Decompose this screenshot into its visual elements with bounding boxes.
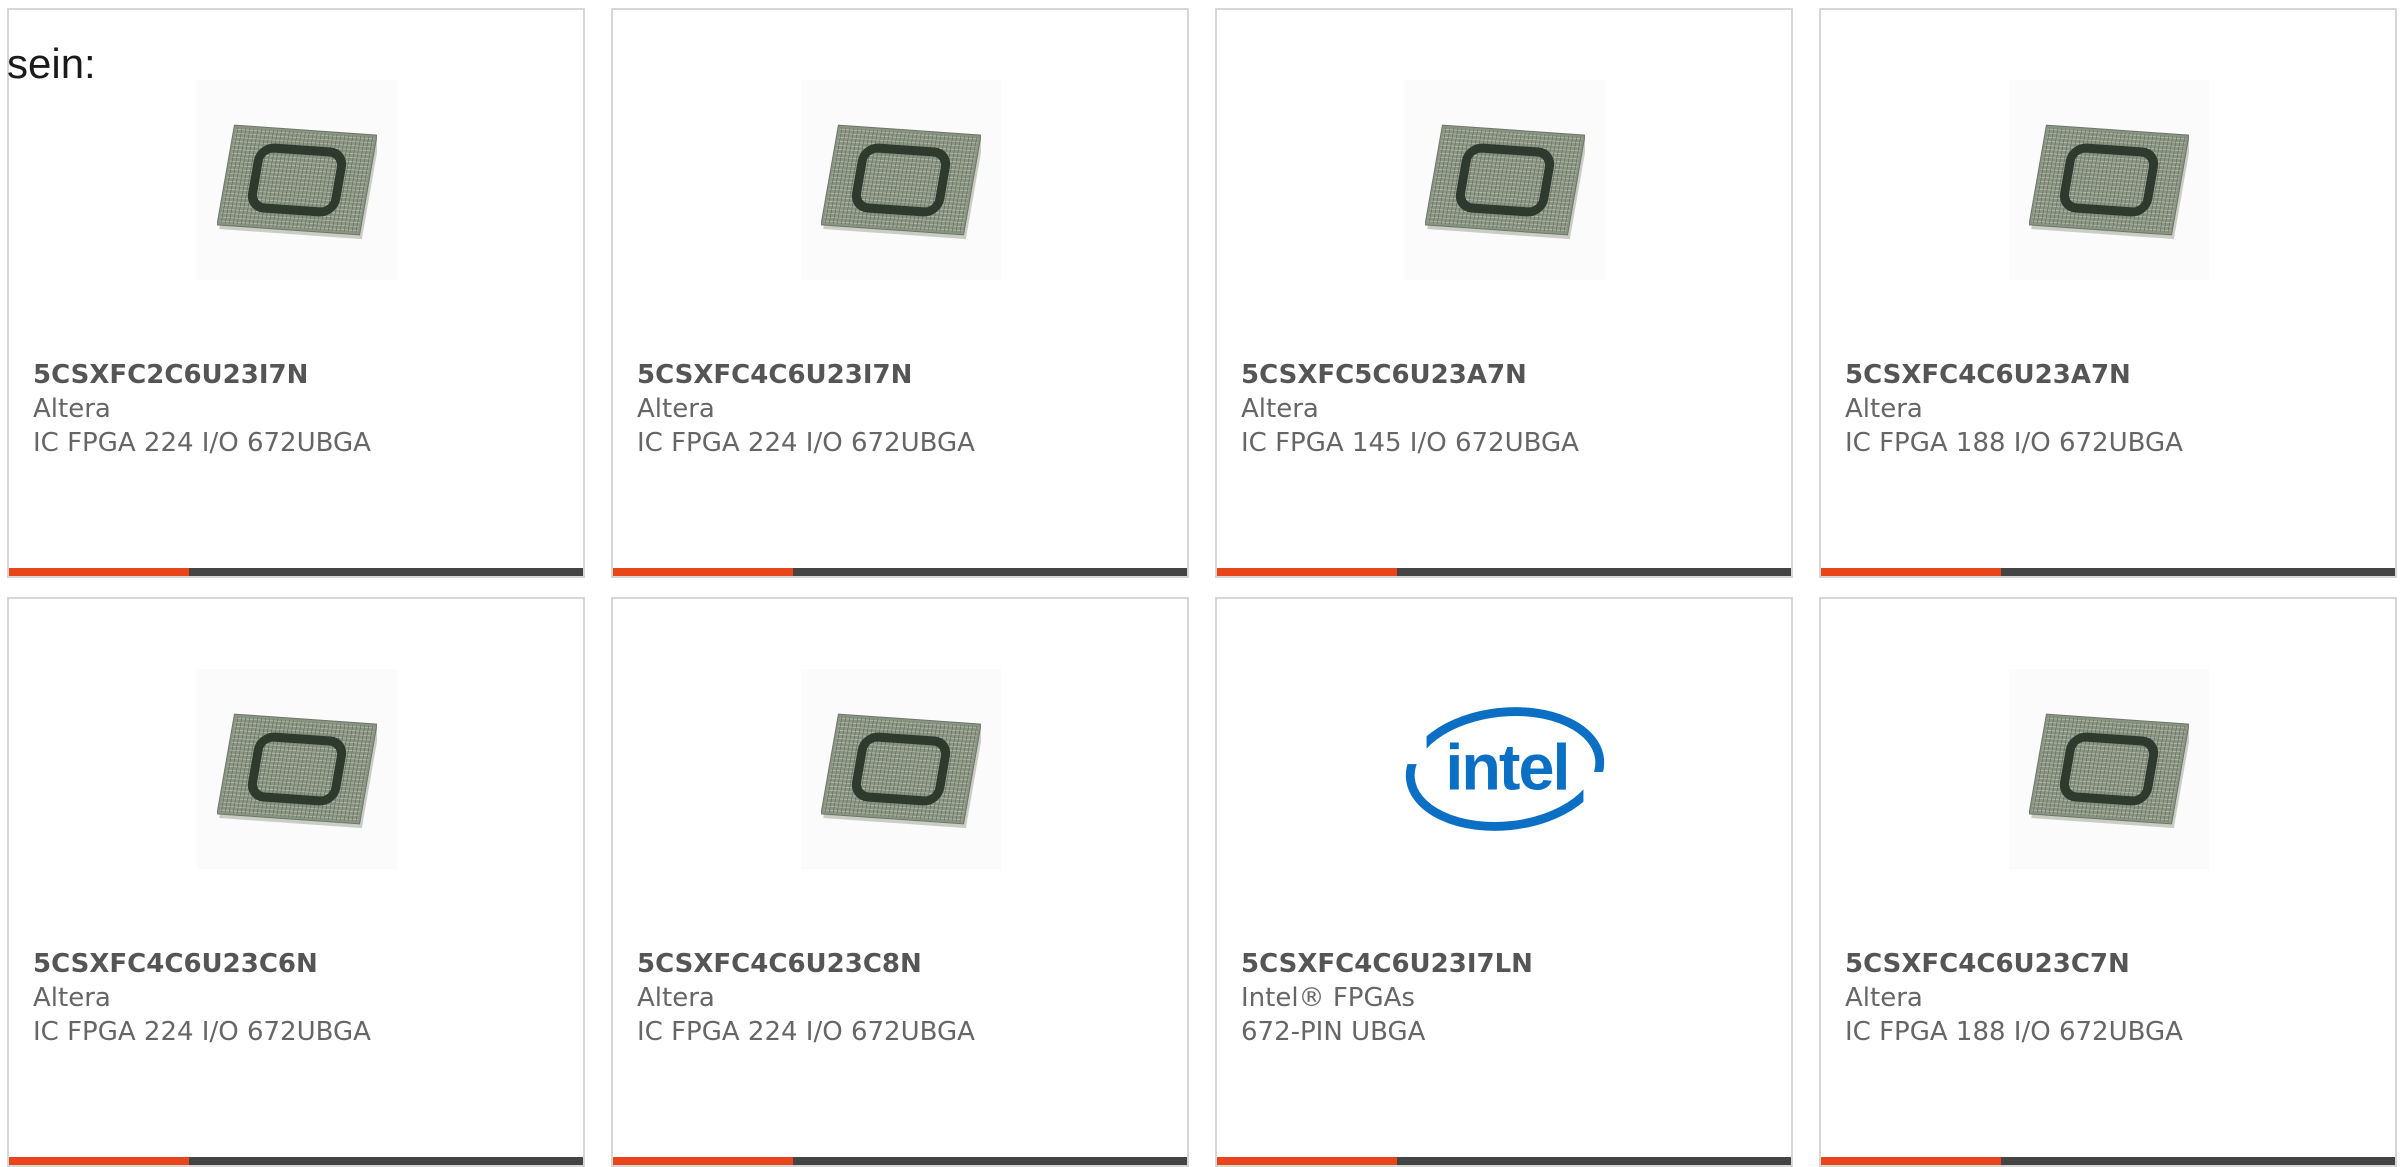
product-image[interactable]: [197, 669, 397, 869]
part-number-link[interactable]: 5CSXFC4C6U23I7LN: [1241, 947, 1775, 981]
card-bottom-bar: [613, 1157, 1187, 1165]
card-accent: [1217, 1157, 1397, 1165]
product-info: 5CSXFC4C6U23C6N Altera IC FPGA 224 I/O 6…: [33, 947, 567, 1049]
fpga-chip-icon: [217, 124, 377, 240]
manufacturer: Altera: [637, 983, 715, 1013]
product-card[interactable]: 5CSXFC4C6U23A7N Altera IC FPGA 188 I/O 6…: [1819, 8, 2397, 578]
chip-body: [2029, 124, 2189, 240]
fpga-chip-icon: [217, 713, 377, 829]
product-image[interactable]: [1405, 80, 1605, 280]
chip-body: [821, 713, 981, 829]
product-card[interactable]: 5CSXFC4C6U23C6N Altera IC FPGA 224 I/O 6…: [7, 597, 585, 1167]
card-bottom-bar: [1821, 568, 2395, 576]
manufacturer: Altera: [1845, 394, 1923, 424]
manufacturer: Altera: [33, 983, 111, 1013]
description: IC FPGA 188 I/O 672UBGA: [1845, 1017, 2183, 1047]
card-accent: [1821, 1157, 2001, 1165]
description: IC FPGA 188 I/O 672UBGA: [1845, 428, 2183, 458]
product-card[interactable]: 5CSXFC4C6U23I7N Altera IC FPGA 224 I/O 6…: [611, 8, 1189, 578]
product-info: 5CSXFC5C6U23A7N Altera IC FPGA 145 I/O 6…: [1241, 358, 1775, 460]
card-bottom-bar: [1217, 568, 1791, 576]
intel-logo-gap: [1405, 722, 1427, 765]
card-bottom-bar: [1821, 1157, 2395, 1165]
part-number-link[interactable]: 5CSXFC4C6U23C7N: [1845, 947, 2379, 981]
product-info: 5CSXFC4C6U23I7N Altera IC FPGA 224 I/O 6…: [637, 358, 1171, 460]
description: IC FPGA 145 I/O 672UBGA: [1241, 428, 1579, 458]
description: IC FPGA 224 I/O 672UBGA: [637, 1017, 975, 1047]
manufacturer: Altera: [1241, 394, 1319, 424]
chip-body: [217, 713, 377, 829]
product-grid: 5CSXFC2C6U23I7N Altera IC FPGA 224 I/O 6…: [0, 0, 2400, 1167]
description: IC FPGA 224 I/O 672UBGA: [33, 1017, 371, 1047]
product-image[interactable]: [2009, 80, 2209, 280]
product-info: 5CSXFC4C6U23A7N Altera IC FPGA 188 I/O 6…: [1845, 358, 2379, 460]
card-accent: [1217, 568, 1397, 576]
manufacturer: Intel® FPGAs: [1241, 983, 1415, 1013]
card-accent: [613, 1157, 793, 1165]
card-accent: [1821, 568, 2001, 576]
part-number-link[interactable]: 5CSXFC4C6U23C6N: [33, 947, 567, 981]
fpga-chip-icon: [821, 124, 981, 240]
product-image[interactable]: [197, 80, 397, 280]
intro-text: sein:: [7, 40, 96, 87]
product-card[interactable]: intel 5CSXFC4C6U23I7LN Intel® FPGAs 672-…: [1215, 597, 1793, 1167]
card-accent: [613, 568, 793, 576]
product-info: 5CSXFC2C6U23I7N Altera IC FPGA 224 I/O 6…: [33, 358, 567, 460]
fpga-chip-icon: [821, 713, 981, 829]
product-image[interactable]: intel: [1405, 669, 1605, 869]
chip-body: [2029, 713, 2189, 829]
part-number-link[interactable]: 5CSXFC4C6U23I7N: [637, 358, 1171, 392]
product-card[interactable]: 5CSXFC5C6U23A7N Altera IC FPGA 145 I/O 6…: [1215, 8, 1793, 578]
intel-logo: intel: [1405, 707, 1605, 831]
description: 672-PIN UBGA: [1241, 1017, 1426, 1047]
part-number-link[interactable]: 5CSXFC4C6U23A7N: [1845, 358, 2379, 392]
card-bottom-bar: [613, 568, 1187, 576]
card-bottom-bar: [9, 568, 583, 576]
product-image[interactable]: [2009, 669, 2209, 869]
fpga-chip-icon: [2029, 124, 2189, 240]
card-bottom-bar: [9, 1157, 583, 1165]
product-card[interactable]: 5CSXFC2C6U23I7N Altera IC FPGA 224 I/O 6…: [7, 8, 585, 578]
product-grid-page: sein: 5CSXFC2C6U23I7N Altera IC FPGA 224…: [0, 0, 2400, 1167]
product-image[interactable]: [801, 669, 1001, 869]
manufacturer: Altera: [1845, 983, 1923, 1013]
manufacturer: Altera: [33, 394, 111, 424]
description: IC FPGA 224 I/O 672UBGA: [637, 428, 975, 458]
intel-logo-gap: [1583, 771, 1605, 814]
product-info: 5CSXFC4C6U23C8N Altera IC FPGA 224 I/O 6…: [637, 947, 1171, 1049]
description: IC FPGA 224 I/O 672UBGA: [33, 428, 371, 458]
fpga-chip-icon: [1425, 124, 1585, 240]
chip-body: [821, 124, 981, 240]
chip-body: [217, 124, 377, 240]
chip-body: [1425, 124, 1585, 240]
part-number-link[interactable]: 5CSXFC4C6U23C8N: [637, 947, 1171, 981]
product-image[interactable]: [801, 80, 1001, 280]
part-number-link[interactable]: 5CSXFC5C6U23A7N: [1241, 358, 1775, 392]
card-accent: [9, 1157, 189, 1165]
product-info: 5CSXFC4C6U23I7LN Intel® FPGAs 672-PIN UB…: [1241, 947, 1775, 1049]
intel-logo-text: intel: [1445, 731, 1568, 804]
card-accent: [9, 568, 189, 576]
product-card[interactable]: 5CSXFC4C6U23C7N Altera IC FPGA 188 I/O 6…: [1819, 597, 2397, 1167]
part-number-link[interactable]: 5CSXFC2C6U23I7N: [33, 358, 567, 392]
product-info: 5CSXFC4C6U23C7N Altera IC FPGA 188 I/O 6…: [1845, 947, 2379, 1049]
manufacturer: Altera: [637, 394, 715, 424]
card-bottom-bar: [1217, 1157, 1791, 1165]
product-card[interactable]: 5CSXFC4C6U23C8N Altera IC FPGA 224 I/O 6…: [611, 597, 1189, 1167]
fpga-chip-icon: [2029, 713, 2189, 829]
